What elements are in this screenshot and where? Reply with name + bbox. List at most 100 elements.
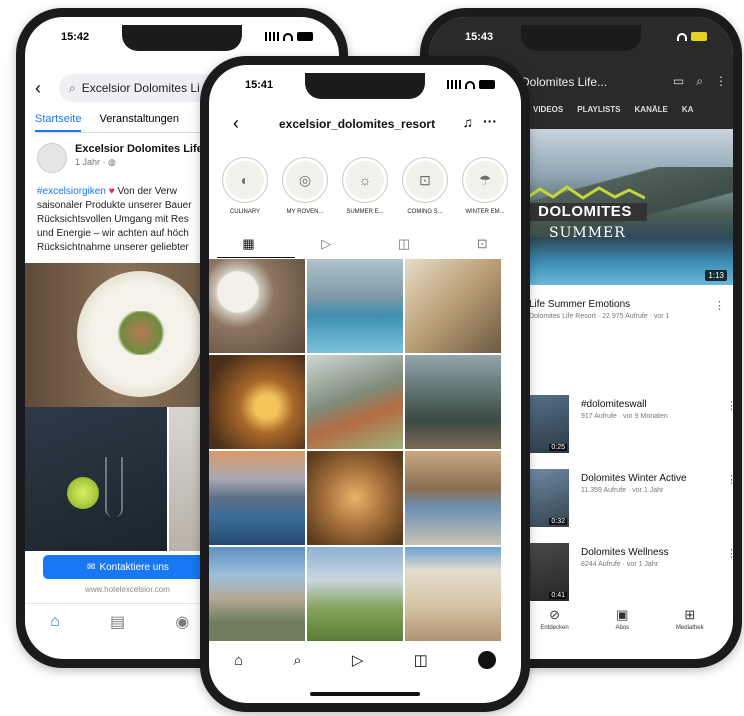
grid-post[interactable]	[307, 451, 403, 545]
grid-post[interactable]	[405, 451, 501, 545]
channel-tabs: VIDEOS PLAYLISTS KANÄLE KA	[533, 105, 693, 114]
battery-icon	[479, 80, 495, 89]
tagged-icon[interactable]: ⊡	[477, 236, 488, 252]
tab-startseite[interactable]: Startseite	[35, 109, 82, 132]
video-row[interactable]: 0:25 #dolomiteswall 917 Aufrufe · vor 9 …	[529, 395, 733, 455]
profile-tabs: ▦ ▷ ◫ ⊡	[209, 231, 521, 257]
profile-header: ‹ excelsior_dolomites_resort ♫ ···	[209, 109, 521, 139]
tab-videos[interactable]: VIDEOS	[533, 105, 563, 114]
shop-icon[interactable]: ◫	[414, 651, 428, 669]
avatar[interactable]	[37, 143, 67, 173]
globe-icon: ◍	[108, 157, 116, 167]
battery-icon	[297, 32, 313, 41]
featured-video-meta: Dolomites Life Resort · 22.975 Aufrufe ·…	[529, 313, 670, 320]
video-meta: 8244 Aufrufe · vor 1 Jahr	[581, 561, 659, 568]
back-arrow-icon[interactable]: ‹	[35, 78, 51, 99]
profile-username: excelsior_dolomites_resort	[279, 117, 436, 131]
grid-post[interactable]	[405, 547, 501, 641]
highlight-culinary[interactable]: ◐ CULINARY	[221, 157, 269, 215]
back-arrow-icon[interactable]: ‹	[233, 113, 239, 134]
library-icon: ⊞	[684, 607, 696, 622]
highlight-coming-soon[interactable]: ⊡ COMING S...	[401, 157, 449, 215]
video-thumbnail[interactable]: 0:41	[529, 543, 569, 601]
contact-button[interactable]: ✉ Kontaktiere uns	[43, 555, 213, 579]
status-time: 15:43	[465, 31, 494, 43]
story-highlights: ◐ CULINARY ◎ MY ROVEN... ☼ SUMMER E... ⊡ COM…	[221, 157, 521, 215]
grid-post[interactable]	[209, 451, 305, 545]
grid-post[interactable]	[307, 547, 403, 641]
post-author[interactable]: Excelsior Dolomites Life	[75, 143, 203, 155]
dish-icon: ◐	[226, 161, 264, 199]
post-grid	[209, 259, 521, 641]
video-thumbnail[interactable]: 0:25	[529, 395, 569, 453]
nav-abos[interactable]: ▣ Abos	[615, 607, 629, 631]
messenger-icon: ✉	[87, 561, 96, 573]
nav-mediathek[interactable]: ⊞ Mediathek	[676, 607, 704, 631]
wifi-icon	[465, 80, 475, 89]
signal-icon	[447, 80, 461, 89]
highlight-summer[interactable]: ☼ SUMMER E...	[341, 157, 389, 215]
sun-icon: ☼	[346, 161, 384, 199]
grid-post[interactable]	[209, 355, 305, 449]
website-url[interactable]: www.hotelexcelsior.com	[85, 585, 170, 594]
home-icon[interactable]: ⌂	[50, 613, 60, 631]
status-time: 15:42	[61, 31, 90, 43]
more-icon[interactable]: ⋮	[726, 473, 733, 486]
compass-icon: ⊘	[549, 607, 560, 622]
video-row[interactable]: 0:32 Dolomites Winter Active 11.359 Aufr…	[529, 469, 733, 529]
reels-icon[interactable]: ▷	[352, 651, 364, 669]
battery-icon	[691, 32, 707, 41]
marketplace-icon[interactable]: ▤	[110, 612, 125, 632]
car-icon: ⊡	[406, 161, 444, 199]
video-meta: 917 Aufrufe · vor 9 Monaten	[581, 413, 668, 420]
profile-avatar-icon[interactable]	[477, 651, 496, 669]
tab-kanaele[interactable]: KANÄLE	[635, 105, 668, 114]
highlight-my-roven[interactable]: ◎ MY ROVEN...	[281, 157, 329, 215]
active-tab-indicator	[217, 257, 295, 258]
groups-icon[interactable]: ◉	[175, 612, 189, 632]
more-icon[interactable]: ⋮	[715, 74, 727, 89]
search-icon[interactable]: ⌕	[696, 74, 703, 89]
featured-video-title[interactable]: Life Summer Emotions	[529, 299, 630, 310]
tab-playlists[interactable]: PLAYLISTS	[577, 105, 620, 114]
video-title: Dolomites Winter Active	[581, 473, 687, 484]
status-bar: 15:42	[25, 31, 339, 47]
heart-icon: ♥	[108, 186, 115, 197]
post-image-cocktail[interactable]	[25, 407, 167, 551]
bottom-nav: ⊘ Entdecken ▣ Abos ⊞ Mediathek	[517, 599, 727, 639]
grid-post[interactable]	[307, 355, 403, 449]
more-icon[interactable]: ⋮	[726, 399, 733, 412]
bell-icon[interactable]: ♫	[463, 114, 474, 130]
search-icon[interactable]: ⌕	[293, 652, 301, 669]
guides-icon[interactable]: ◫	[398, 236, 410, 252]
highlight-winter[interactable]: ☂ WINTER EM...	[461, 157, 509, 215]
reels-icon[interactable]: ▷	[321, 236, 331, 252]
grid-post[interactable]	[209, 259, 305, 353]
home-indicator	[310, 692, 420, 696]
more-icon[interactable]: ⋮	[726, 547, 733, 560]
cast-icon[interactable]: ▭	[673, 74, 684, 89]
grid-post[interactable]	[307, 259, 403, 353]
search-text: Excelsior Dolomites Li	[81, 81, 200, 95]
grid-post[interactable]	[405, 355, 501, 449]
tab-more[interactable]: KA	[682, 105, 694, 114]
video-row[interactable]: 0:41 Dolomites Wellness 8244 Aufrufe · v…	[529, 543, 733, 603]
bottom-nav: ⌂ ⌕ ▷ ◫	[209, 643, 521, 677]
home-icon[interactable]: ⌂	[234, 652, 243, 669]
hashtag-link[interactable]: #excelsiorgiken	[37, 186, 106, 197]
post-meta: 1 Jahr · ◍	[75, 157, 116, 167]
status-bar: 15:41	[209, 79, 521, 95]
banner-subtitle: SUMMER	[549, 225, 626, 241]
video-thumbnail[interactable]: 0:32	[529, 469, 569, 527]
subscriptions-icon: ▣	[616, 607, 629, 622]
grid-icon[interactable]: ▦	[242, 236, 254, 252]
nav-entdecken[interactable]: ⊘ Entdecken	[540, 607, 568, 631]
status-time: 15:41	[245, 79, 274, 91]
grid-post[interactable]	[209, 547, 305, 641]
instagram-screen: 15:41 ‹ excelsior_dolomites_resort ♫ ···…	[209, 65, 521, 703]
grid-post[interactable]	[405, 259, 501, 353]
instagram-phone: 15:41 ‹ excelsior_dolomites_resort ♫ ···…	[200, 56, 530, 712]
more-icon[interactable]: ⋮	[714, 299, 725, 312]
tab-veranstaltungen[interactable]: Veranstaltungen	[99, 109, 179, 132]
more-icon[interactable]: ···	[483, 113, 497, 129]
